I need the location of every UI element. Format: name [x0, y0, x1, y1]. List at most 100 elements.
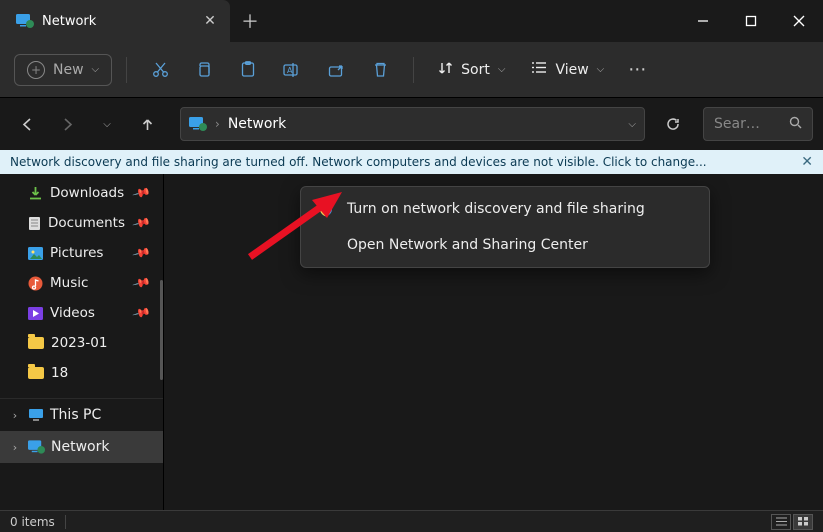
blank-icon — [317, 236, 335, 254]
recent-button[interactable]: ⌵ — [90, 107, 124, 141]
sidebar-item-downloads[interactable]: Downloads 📌 — [28, 178, 163, 208]
sidebar-item-videos[interactable]: Videos 📌 — [28, 298, 163, 328]
sidebar: Downloads 📌 Documents 📌 Pictures 📌 Music… — [0, 174, 164, 510]
status-items-count: 0 items — [10, 515, 55, 529]
window-close-button[interactable] — [775, 0, 823, 42]
cut-button[interactable] — [141, 51, 179, 89]
title-bar: Network ✕ ＋ — [0, 0, 823, 42]
download-icon — [28, 186, 43, 201]
sidebar-item-label: Pictures — [50, 245, 103, 261]
sidebar-item-label: Music — [50, 275, 88, 291]
quick-access-list: Downloads 📌 Documents 📌 Pictures 📌 Music… — [0, 174, 163, 398]
separator — [65, 515, 66, 529]
expand-icon[interactable]: › — [8, 441, 22, 454]
plus-icon: + — [27, 61, 45, 79]
pin-icon: 📌 — [132, 303, 152, 323]
sidebar-item-label: 2023-01 — [51, 335, 107, 351]
tree-item-label: This PC — [50, 407, 101, 423]
sort-label: Sort — [461, 62, 490, 78]
browser-tab[interactable]: Network ✕ — [0, 0, 230, 42]
view-button[interactable]: View ⌵ — [521, 55, 614, 84]
rename-button[interactable]: A — [273, 51, 311, 89]
view-icon — [531, 61, 547, 78]
back-button[interactable] — [10, 107, 44, 141]
ctx-item-label: Open Network and Sharing Center — [347, 237, 588, 253]
svg-text:A: A — [287, 66, 293, 75]
sidebar-item-label: Documents — [48, 215, 125, 231]
tab-title: Network — [42, 14, 194, 29]
pin-icon: 📌 — [132, 273, 152, 293]
network-icon — [189, 117, 207, 131]
ctx-open-sharing-center[interactable]: Open Network and Sharing Center — [305, 227, 705, 263]
sidebar-item-music[interactable]: Music 📌 — [28, 268, 163, 298]
ctx-item-label: Turn on network discovery and file shari… — [347, 201, 645, 217]
address-text: Network — [228, 116, 286, 132]
delete-button[interactable] — [361, 51, 399, 89]
refresh-button[interactable] — [655, 107, 691, 141]
search-placeholder: Sear… — [714, 116, 781, 132]
new-label: New — [53, 62, 84, 78]
music-icon — [28, 276, 43, 291]
chevron-right-icon: › — [215, 117, 220, 131]
up-button[interactable] — [130, 107, 164, 141]
network-icon — [16, 14, 34, 28]
shield-icon — [317, 200, 335, 218]
status-bar: 0 items — [0, 510, 823, 532]
sort-icon — [438, 61, 453, 79]
address-bar[interactable]: › Network ⌵ — [180, 107, 645, 141]
sidebar-item-label: 18 — [51, 365, 68, 381]
navigation-tree: › This PC › Network — [0, 398, 163, 471]
pc-icon — [28, 408, 44, 422]
sort-button[interactable]: Sort ⌵ — [428, 55, 515, 85]
network-icon — [28, 440, 45, 454]
chevron-down-icon: ⌵ — [103, 119, 111, 130]
search-input[interactable]: Sear… — [703, 107, 813, 141]
sidebar-item-pictures[interactable]: Pictures 📌 — [28, 238, 163, 268]
videos-icon — [28, 307, 43, 320]
tree-item-this-pc[interactable]: › This PC — [0, 399, 163, 431]
sidebar-item-folder[interactable]: 2023-01 — [28, 328, 163, 358]
maximize-button[interactable] — [727, 0, 775, 42]
document-icon — [28, 216, 41, 231]
pin-icon: 📌 — [132, 213, 152, 233]
separator — [413, 57, 414, 83]
sidebar-item-label: Downloads — [50, 185, 124, 201]
pictures-icon — [28, 247, 43, 260]
sidebar-item-folder[interactable]: 18 — [28, 358, 163, 388]
toolbar: + New ⌵ A Sort ⌵ View ⌵ ⋯ — [0, 42, 823, 98]
folder-icon — [28, 337, 44, 349]
context-menu: Turn on network discovery and file shari… — [300, 186, 710, 268]
pin-icon: 📌 — [132, 243, 152, 263]
info-bar[interactable]: Network discovery and file sharing are t… — [0, 150, 823, 174]
chevron-down-icon[interactable]: ⌵ — [628, 119, 636, 130]
window-controls — [679, 0, 823, 42]
new-button[interactable]: + New ⌵ — [14, 54, 112, 86]
sidebar-item-documents[interactable]: Documents 📌 — [28, 208, 163, 238]
info-bar-text: Network discovery and file sharing are t… — [10, 155, 801, 169]
tree-item-label: Network — [51, 439, 109, 455]
chevron-down-icon: ⌵ — [92, 64, 100, 75]
view-label: View — [555, 62, 588, 78]
details-view-button[interactable] — [771, 514, 791, 530]
chevron-down-icon: ⌵ — [498, 64, 506, 75]
forward-button[interactable] — [50, 107, 84, 141]
ctx-turn-on-discovery[interactable]: Turn on network discovery and file shari… — [305, 191, 705, 227]
paste-button[interactable] — [229, 51, 267, 89]
tree-item-network[interactable]: › Network — [0, 431, 163, 463]
share-button[interactable] — [317, 51, 355, 89]
chevron-down-icon: ⌵ — [597, 64, 605, 75]
tab-close-button[interactable]: ✕ — [202, 13, 218, 29]
expand-icon[interactable]: › — [8, 409, 22, 422]
scrollbar[interactable] — [159, 180, 163, 504]
view-toggle — [771, 514, 813, 530]
folder-icon — [28, 367, 44, 379]
minimize-button[interactable] — [679, 0, 727, 42]
search-icon — [789, 116, 802, 133]
icons-view-button[interactable] — [793, 514, 813, 530]
copy-button[interactable] — [185, 51, 223, 89]
info-bar-close-button[interactable]: ✕ — [801, 154, 813, 170]
navigation-bar: ⌵ › Network ⌵ Sear… — [0, 98, 823, 150]
more-button[interactable]: ⋯ — [620, 53, 656, 86]
pin-icon: 📌 — [132, 183, 152, 203]
new-tab-button[interactable]: ＋ — [230, 0, 270, 42]
